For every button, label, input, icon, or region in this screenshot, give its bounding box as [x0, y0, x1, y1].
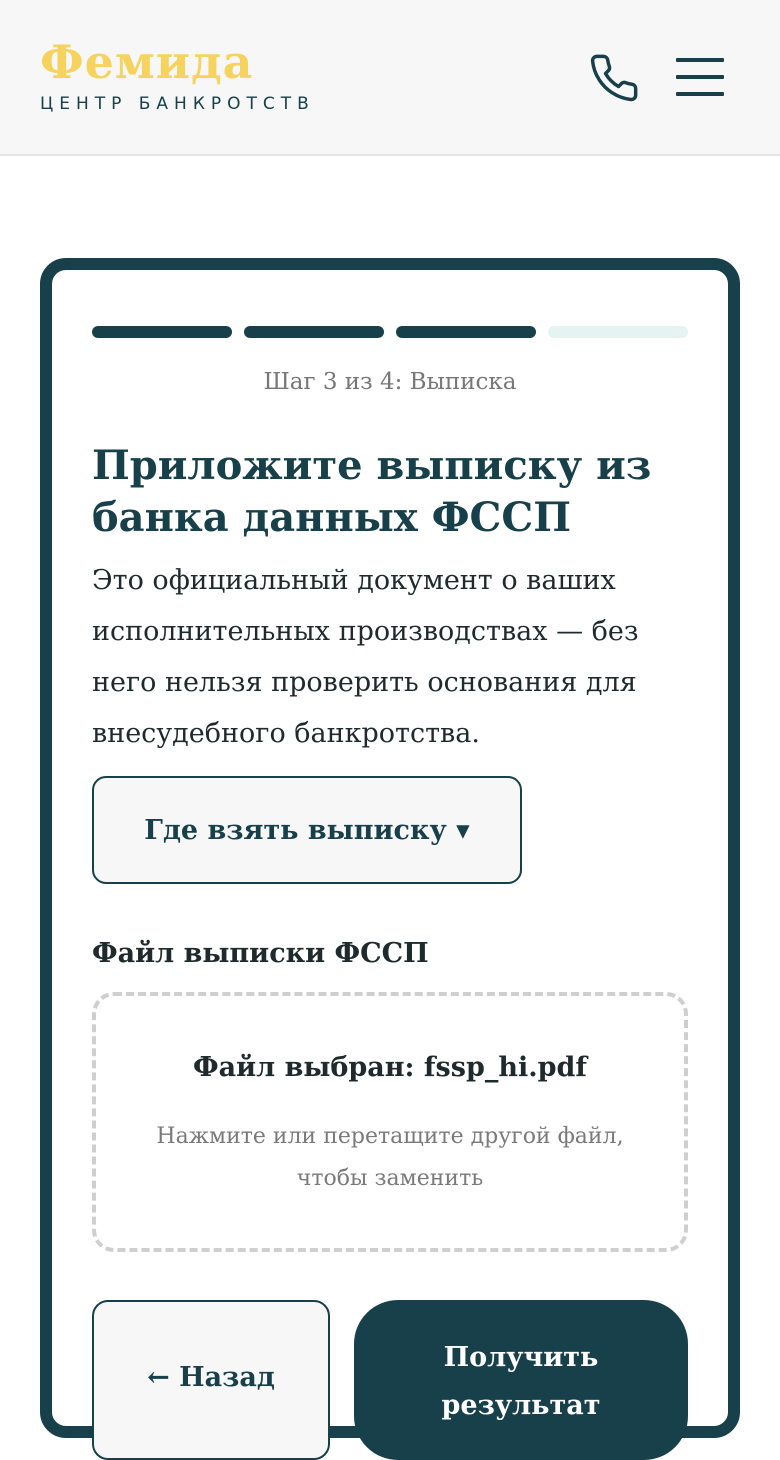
progress-segment	[396, 326, 536, 338]
get-result-button[interactable]: Получить результат	[354, 1300, 688, 1460]
step-label: Шаг 3 из 4: Выписка	[263, 369, 517, 395]
hamburger-menu-icon[interactable]	[673, 56, 727, 98]
logo[interactable]: Фемида	[40, 32, 253, 92]
step-progress	[92, 326, 688, 338]
progress-segment	[92, 326, 232, 338]
where-to-get-statement-button[interactable]: Где взять выписку ▾	[92, 776, 522, 884]
site-header: Фемида ЦЕНТР БАНКРОТСТВ	[0, 0, 780, 156]
menu-line	[676, 92, 724, 96]
form-card: Шаг 3 из 4: Выписка Приложите выписку из…	[40, 258, 740, 1460]
get-result-button-label: Получить результат	[441, 1342, 601, 1421]
description: Это официальный документ о ваших исполни…	[92, 565, 639, 749]
menu-line	[676, 75, 724, 79]
dropzone-hint: Нажмите или перетащите другой файл, чтоб…	[156, 1124, 624, 1191]
file-field-label: Файл выписки ФССП	[92, 938, 429, 969]
back-button[interactable]: ← Назад	[92, 1300, 330, 1460]
menu-line	[676, 58, 724, 62]
back-button-label: ← Назад	[147, 1362, 275, 1393]
phone-icon[interactable]	[588, 52, 640, 104]
progress-segment	[548, 326, 688, 338]
file-dropzone[interactable]: Файл выбран: fssp_hi.pdf Нажмите или пер…	[92, 992, 688, 1252]
page-title: Приложите выписку из банка данных ФССП	[92, 442, 652, 541]
progress-segment	[244, 326, 384, 338]
logo-subtitle: ЦЕНТР БАНКРОТСТВ	[40, 94, 315, 114]
selected-file-text: Файл выбран: fssp_hi.pdf	[193, 1052, 587, 1083]
